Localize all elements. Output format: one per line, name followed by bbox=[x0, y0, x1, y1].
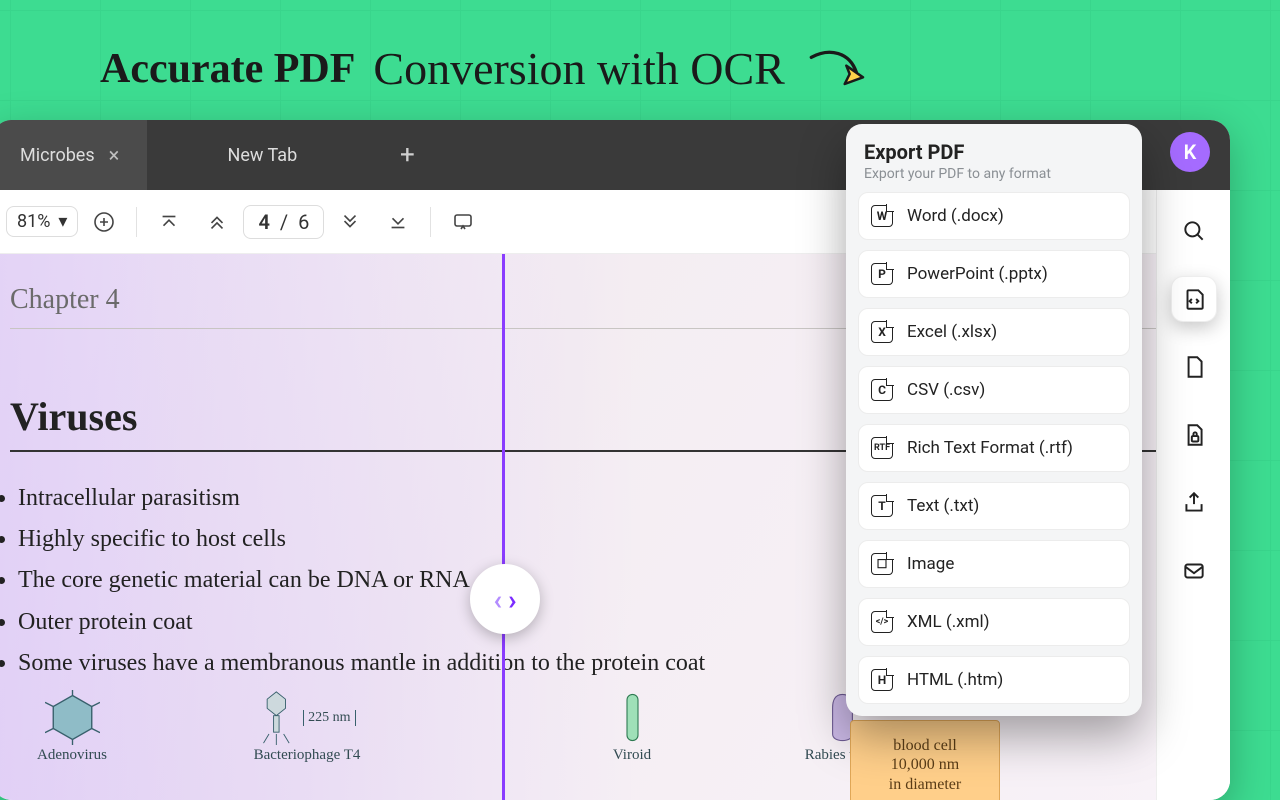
compare-handle[interactable]: ‹ › bbox=[470, 564, 540, 634]
share-button[interactable] bbox=[1171, 480, 1217, 526]
tab-label: Microbes bbox=[20, 145, 95, 166]
zoom-in-button[interactable] bbox=[82, 200, 126, 244]
format-label: XML (.xml) bbox=[907, 612, 990, 632]
presentation-icon bbox=[451, 210, 475, 234]
file-ppt-icon: P bbox=[871, 263, 893, 285]
chevron-bar-up-icon bbox=[158, 211, 180, 233]
format-label: Text (.txt) bbox=[907, 496, 979, 516]
file-word-icon: W bbox=[871, 205, 893, 227]
viroid-icon bbox=[616, 690, 649, 745]
chevron-right-icon: › bbox=[508, 583, 516, 616]
headline-script: Conversion with OCR bbox=[373, 42, 784, 95]
double-chevron-up-icon bbox=[206, 211, 228, 233]
search-icon bbox=[1181, 218, 1207, 244]
format-rtf[interactable]: RTF Rich Text Format (.rtf) bbox=[858, 424, 1130, 472]
format-html[interactable]: H HTML (.htm) bbox=[858, 656, 1130, 704]
avatar[interactable]: K bbox=[1170, 132, 1210, 172]
chevron-down-icon: ▾ bbox=[58, 211, 67, 232]
total-pages: 6 bbox=[298, 210, 309, 234]
export-title: Export PDF bbox=[858, 138, 1130, 166]
export-button[interactable] bbox=[1171, 276, 1217, 322]
lock-file-icon bbox=[1181, 422, 1207, 448]
prev-page-button[interactable] bbox=[195, 200, 239, 244]
separator bbox=[136, 207, 137, 237]
figure-adenovirus: Adenovirus bbox=[12, 690, 132, 764]
current-page: 4 bbox=[258, 210, 269, 234]
convert-icon bbox=[1181, 286, 1207, 312]
card-line: in diameter bbox=[889, 775, 961, 794]
figure-label: Adenovirus bbox=[37, 747, 107, 764]
format-powerpoint[interactable]: P PowerPoint (.pptx) bbox=[858, 250, 1130, 298]
file-image-icon: ☐ bbox=[871, 553, 893, 575]
file-html-icon: H bbox=[871, 669, 893, 691]
format-excel[interactable]: X Excel (.xlsx) bbox=[858, 308, 1130, 356]
figure-size: 225 nm bbox=[303, 710, 355, 726]
virus-icon bbox=[45, 690, 100, 745]
last-page-button[interactable] bbox=[376, 200, 420, 244]
file-rtf-icon: RTF bbox=[871, 437, 893, 459]
double-chevron-down-icon bbox=[339, 211, 361, 233]
format-label: Image bbox=[907, 554, 954, 574]
format-label: CSV (.csv) bbox=[907, 380, 985, 400]
zoom-value: 81% bbox=[17, 211, 50, 232]
file-excel-icon: X bbox=[871, 321, 893, 343]
figure-label: Bacteriophage T4 bbox=[254, 747, 361, 764]
figure-label: Viroid bbox=[613, 747, 651, 764]
protect-button[interactable] bbox=[1171, 412, 1217, 458]
presentation-button[interactable] bbox=[441, 200, 485, 244]
right-rail bbox=[1156, 190, 1230, 800]
zoom-dropdown[interactable]: 81% ▾ bbox=[6, 206, 78, 237]
file-txt-icon: T bbox=[871, 495, 893, 517]
bacteriophage-icon bbox=[258, 690, 295, 745]
format-label: Word (.docx) bbox=[907, 206, 1004, 226]
format-xml[interactable]: </> XML (.xml) bbox=[858, 598, 1130, 646]
headline-serif: Accurate PDF bbox=[100, 45, 355, 93]
format-label: PowerPoint (.pptx) bbox=[907, 264, 1048, 284]
format-label: Excel (.xlsx) bbox=[907, 322, 997, 342]
export-panel: Export PDF Export your PDF to any format… bbox=[846, 124, 1142, 716]
format-image[interactable]: ☐ Image bbox=[858, 540, 1130, 588]
blood-cell-card: blood cell 10,000 nm in diameter bbox=[850, 720, 1000, 800]
chevron-left-icon: ‹ bbox=[493, 583, 502, 616]
next-page-button[interactable] bbox=[328, 200, 372, 244]
card-line: blood cell bbox=[893, 736, 957, 755]
app-window: Microbes × New Tab + K 81% ▾ 4 / 6 bbox=[0, 120, 1230, 800]
search-button[interactable] bbox=[1171, 208, 1217, 254]
tab-label: New Tab bbox=[228, 145, 298, 166]
export-subtitle: Export your PDF to any format bbox=[858, 166, 1130, 192]
first-page-button[interactable] bbox=[147, 200, 191, 244]
format-label: Rich Text Format (.rtf) bbox=[907, 438, 1073, 458]
file-xml-icon: </> bbox=[871, 611, 893, 633]
chevron-bar-down-icon bbox=[387, 211, 409, 233]
plus-circle-icon bbox=[92, 210, 116, 234]
format-csv[interactable]: C CSV (.csv) bbox=[858, 366, 1130, 414]
page-indicator[interactable]: 4 / 6 bbox=[243, 205, 324, 239]
add-tab-button[interactable]: + bbox=[377, 120, 437, 190]
mail-button[interactable] bbox=[1171, 548, 1217, 594]
card-line: 10,000 nm bbox=[891, 755, 959, 774]
arrow-icon bbox=[803, 44, 873, 94]
format-text[interactable]: T Text (.txt) bbox=[858, 482, 1130, 530]
share-icon bbox=[1181, 490, 1207, 516]
tab-microbes[interactable]: Microbes × bbox=[0, 120, 147, 190]
file-icon bbox=[1181, 354, 1207, 380]
figure-bacteriophage: 225 nm Bacteriophage T4 bbox=[222, 690, 392, 764]
page-separator: / bbox=[280, 210, 288, 234]
file-csv-icon: C bbox=[871, 379, 893, 401]
format-list: W Word (.docx) P PowerPoint (.pptx) X Excel… bbox=[858, 192, 1130, 704]
marketing-headline: Accurate PDF Conversion with OCR bbox=[100, 42, 873, 95]
mail-icon bbox=[1181, 558, 1207, 584]
figure-viroid: Viroid bbox=[572, 690, 692, 764]
pdfa-button[interactable] bbox=[1171, 344, 1217, 390]
format-word[interactable]: W Word (.docx) bbox=[858, 192, 1130, 240]
format-label: HTML (.htm) bbox=[907, 670, 1003, 690]
separator bbox=[430, 207, 431, 237]
close-icon[interactable]: × bbox=[109, 143, 120, 167]
tab-new[interactable]: New Tab bbox=[147, 120, 377, 190]
